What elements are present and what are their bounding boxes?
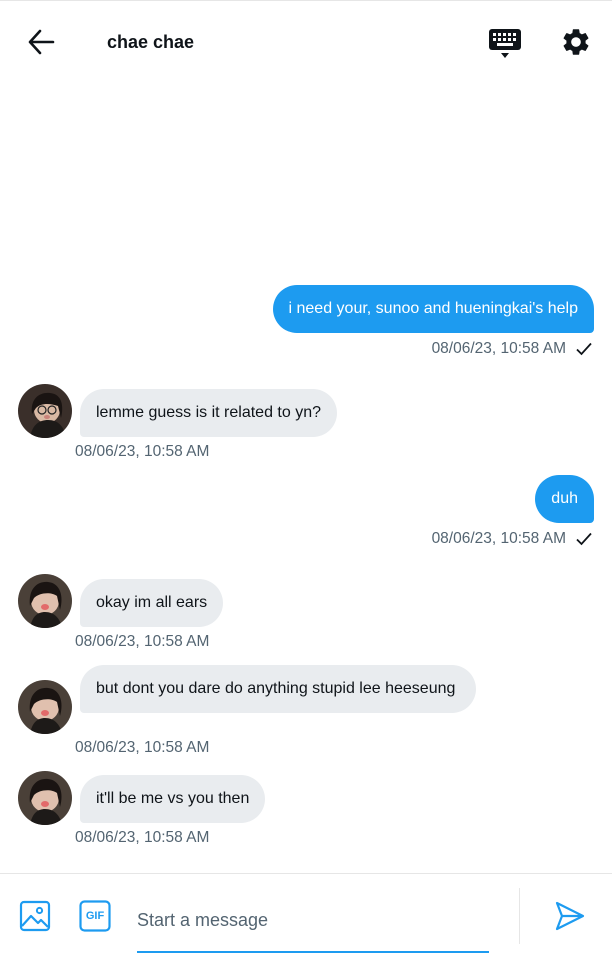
- send-button[interactable]: [554, 900, 586, 932]
- avatar[interactable]: [18, 680, 72, 734]
- settings-button[interactable]: [560, 26, 592, 58]
- message-timestamp: 08/06/23, 10:58 AM: [75, 829, 210, 846]
- avatar[interactable]: [18, 771, 72, 825]
- avatar[interactable]: [18, 384, 72, 438]
- profile-photo: [18, 680, 72, 734]
- gif-label: GIF: [85, 910, 105, 922]
- composer-divider: [0, 873, 612, 874]
- profile-photo: [18, 384, 72, 438]
- message-bubble-incoming[interactable]: it'll be me vs you then: [80, 775, 266, 823]
- message-input[interactable]: [137, 900, 487, 940]
- checkmark-icon: [576, 532, 592, 546]
- timestamp-text: 08/06/23, 10:58 AM: [431, 340, 566, 357]
- keyboard-shortcuts-button[interactable]: [488, 28, 522, 60]
- conversation-title[interactable]: chae chae: [107, 32, 194, 53]
- keyboard-icon: [489, 29, 521, 58]
- message-bubble-outgoing[interactable]: i need your, sunoo and hueningkai's help: [272, 285, 594, 333]
- message-bubble-incoming[interactable]: okay im all ears: [80, 579, 224, 627]
- send-icon: [555, 901, 585, 931]
- back-button[interactable]: [26, 28, 56, 56]
- add-photo-button[interactable]: [19, 900, 51, 932]
- timestamp-text: 08/06/23, 10:58 AM: [431, 530, 566, 547]
- checkmark-icon: [576, 342, 592, 356]
- message-bubble-incoming[interactable]: but dont you dare do anything stupid lee…: [80, 665, 476, 713]
- profile-photo: [18, 771, 72, 825]
- message-timestamp: 08/06/23, 10:58 AM: [432, 340, 592, 358]
- message-timestamp: 08/06/23, 10:58 AM: [432, 530, 592, 548]
- message-bubble-outgoing[interactable]: duh: [535, 475, 594, 523]
- composer-separator: [519, 888, 520, 944]
- profile-photo: [18, 574, 72, 628]
- arrow-left-icon: [28, 29, 55, 55]
- gif-button[interactable]: GIF: [79, 900, 111, 932]
- message-bubble-incoming[interactable]: lemme guess is it related to yn?: [80, 389, 337, 437]
- conversation-header: chae chae: [0, 0, 612, 84]
- input-focus-underline: [137, 951, 489, 953]
- gear-icon: [563, 29, 589, 55]
- image-icon: [19, 900, 51, 932]
- avatar[interactable]: [18, 574, 72, 628]
- message-timestamp: 08/06/23, 10:58 AM: [75, 443, 210, 460]
- message-timestamp: 08/06/23, 10:58 AM: [75, 633, 210, 650]
- message-timestamp: 08/06/23, 10:58 AM: [75, 739, 210, 756]
